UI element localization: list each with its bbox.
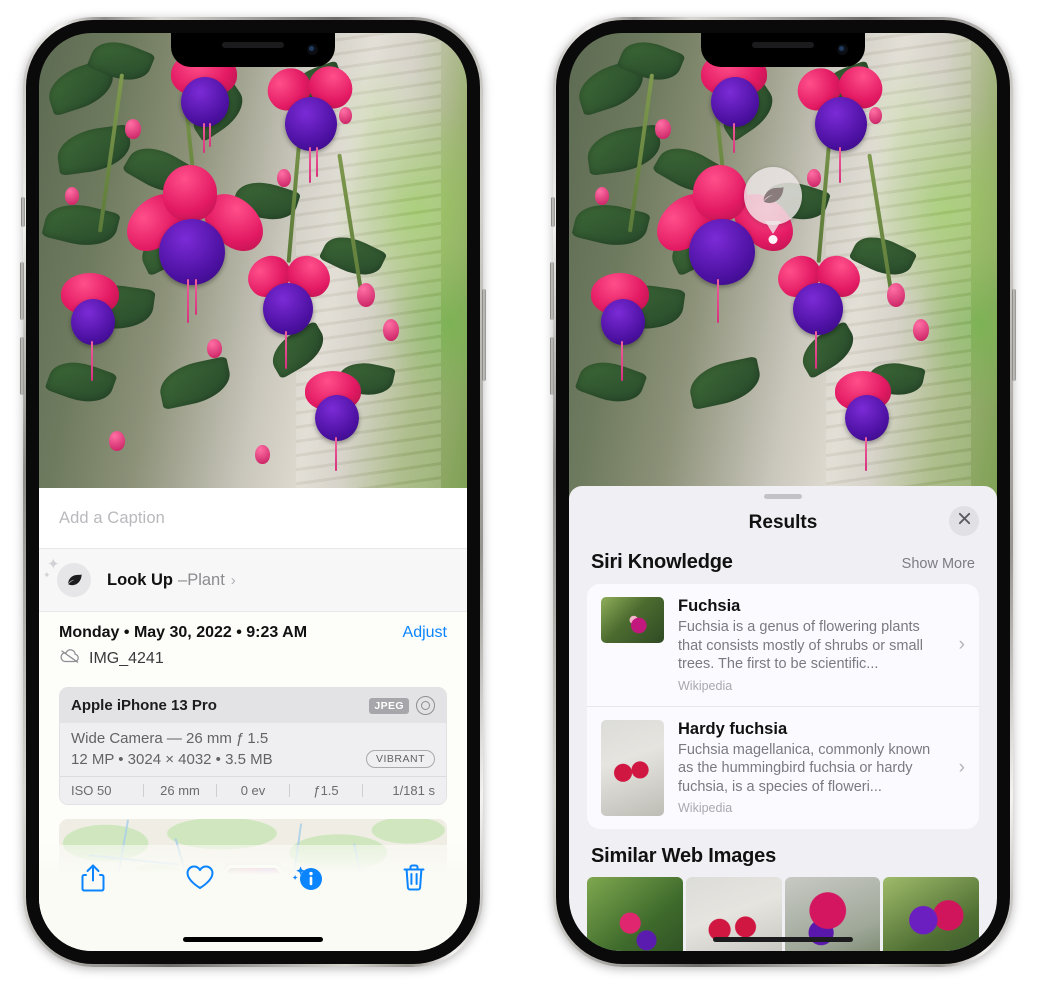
home-indicator[interactable] (183, 937, 323, 942)
leaf-icon (744, 167, 802, 225)
siri-knowledge-header: Siri Knowledge Show More (569, 547, 997, 584)
exif-card[interactable]: Apple iPhone 13 Pro JPEG Wide Camera — 2… (59, 687, 447, 805)
notch (701, 33, 865, 67)
similar-web-image[interactable] (587, 876, 683, 951)
knowledge-thumbnail (601, 719, 664, 816)
delete-button[interactable] (360, 859, 467, 901)
caption-placeholder: Add a Caption (59, 508, 165, 527)
camera-device: Apple iPhone 13 Pro (71, 697, 217, 714)
volume-up-button[interactable] (20, 262, 24, 320)
siri-knowledge-card: Fuchsia Fuchsia is a genus of flowering … (587, 584, 979, 829)
fuchsia-blossom (237, 247, 347, 383)
badge-pointer (765, 221, 781, 234)
exif-shutter: 1/181 s (392, 783, 435, 798)
notch (171, 33, 335, 67)
format-badge: JPEG (369, 697, 409, 714)
photographic-style-badge: VIBRANT (365, 750, 435, 768)
silent-switch[interactable] (21, 197, 25, 227)
heart-icon (185, 864, 215, 896)
close-icon (957, 511, 972, 531)
fuchsia-blossom (157, 51, 253, 161)
exif-body: Wide Camera — 26 mm ƒ 1.5 12 MP • 3024 ×… (60, 723, 446, 776)
photo-viewer[interactable] (39, 33, 467, 503)
photo-filename: IMG_4241 (89, 649, 164, 667)
chevron-right-icon: › (230, 571, 236, 589)
knowledge-row[interactable]: Hardy fuchsia Fuchsia magellanica, commo… (587, 705, 979, 829)
close-button[interactable] (949, 506, 979, 536)
look-up-row[interactable]: ✦ ✦ Look Up – Plant › (39, 548, 467, 611)
knowledge-row[interactable]: Fuchsia Fuchsia is a genus of flowering … (587, 584, 979, 706)
photo-date: Monday • May 30, 2022 • 9:23 AM (59, 624, 308, 641)
exif-ev: 0 ev (240, 783, 266, 798)
info-sparkle-icon (290, 863, 324, 898)
fuchsia-blossom (297, 371, 397, 491)
knowledge-description: Fuchsia is a genus of flowering plants t… (678, 618, 923, 673)
photo-viewer[interactable] (569, 33, 997, 503)
photo-info-sheet: Add a Caption ✦ ✦ Look Up – Plant › Mond… (39, 488, 467, 951)
knowledge-title: Fuchsia (678, 597, 741, 615)
power-button[interactable] (1012, 289, 1016, 381)
home-indicator[interactable] (713, 937, 853, 942)
caption-field[interactable]: Add a Caption (39, 488, 467, 548)
badge-dot (768, 235, 778, 244)
photo-toolbar (39, 845, 467, 951)
photo-metadata: Monday • May 30, 2022 • 9:23 AM Adjust I… (39, 611, 467, 675)
front-camera (837, 44, 848, 55)
look-up-dash: – (178, 570, 188, 589)
knowledge-title: Hardy fuchsia (678, 719, 788, 738)
sparkle-small-icon: ✦ (43, 570, 51, 580)
exif-focal: 26 mm (160, 783, 200, 798)
fuchsia-blossom (767, 247, 877, 383)
share-icon (80, 863, 106, 898)
knowledge-source: Wikipedia (678, 801, 733, 816)
chevron-right-icon: › (958, 633, 965, 655)
trash-icon (401, 863, 427, 898)
similar-web-images-title: Similar Web Images (591, 844, 776, 867)
earpiece-speaker (222, 42, 284, 48)
results-panel: Results Siri Knowledge Show More Fuchsia… (569, 486, 997, 951)
volume-down-button[interactable] (550, 337, 554, 395)
knowledge-description: Fuchsia magellanica, commonly known as t… (678, 741, 931, 795)
fuchsia-blossom (687, 51, 783, 161)
silent-switch[interactable] (551, 197, 555, 227)
aperture-icon (416, 696, 435, 715)
look-up-subject: Plant (187, 570, 225, 589)
volume-down-button[interactable] (20, 337, 24, 395)
right-phone-device: Results Siri Knowledge Show More Fuchsia… (550, 17, 1016, 967)
exif-aperture: ƒ1.5 (313, 783, 339, 798)
knowledge-source: Wikipedia (678, 678, 733, 693)
icloud-slash-icon (59, 648, 81, 669)
results-header: Results (569, 499, 997, 547)
volume-up-button[interactable] (550, 262, 554, 320)
left-phone-device: Add a Caption ✦ ✦ Look Up – Plant › Mond… (20, 17, 486, 967)
leaf-icon: ✦ ✦ (43, 557, 91, 597)
front-camera (307, 44, 318, 55)
exif-header: Apple iPhone 13 Pro JPEG (60, 688, 446, 723)
power-button[interactable] (482, 289, 486, 381)
look-up-label: Look Up (107, 570, 173, 589)
similar-web-images-header: Similar Web Images (569, 829, 997, 877)
right-screen: Results Siri Knowledge Show More Fuchsia… (569, 33, 997, 951)
results-title: Results (748, 512, 818, 533)
favorite-button[interactable] (146, 859, 253, 901)
adjust-button[interactable]: Adjust (403, 624, 447, 642)
exif-iso: ISO 50 (71, 783, 112, 798)
share-button[interactable] (39, 859, 146, 901)
show-more-button[interactable]: Show More (902, 556, 975, 572)
knowledge-thumbnail (601, 597, 664, 643)
siri-knowledge-title: Siri Knowledge (591, 551, 733, 573)
similar-web-image[interactable] (883, 876, 979, 951)
fuchsia-blossom (51, 273, 147, 393)
info-button[interactable] (253, 859, 360, 901)
lens-info: Wide Camera — 26 mm ƒ 1.5 (71, 730, 269, 747)
fuchsia-blossom (581, 273, 677, 393)
earpiece-speaker (752, 42, 814, 48)
chevron-right-icon: › (958, 756, 965, 778)
resolution-info: 12 MP • 3024 × 4032 • 3.5 MB (71, 750, 273, 768)
exif-stats-row: ISO 50 26 mm 0 ev ƒ1.5 1/181 s (60, 776, 446, 804)
left-screen: Add a Caption ✦ ✦ Look Up – Plant › Mond… (39, 33, 467, 951)
visual-lookup-leaf-badge[interactable] (744, 167, 802, 244)
fuchsia-blossom (827, 371, 927, 491)
